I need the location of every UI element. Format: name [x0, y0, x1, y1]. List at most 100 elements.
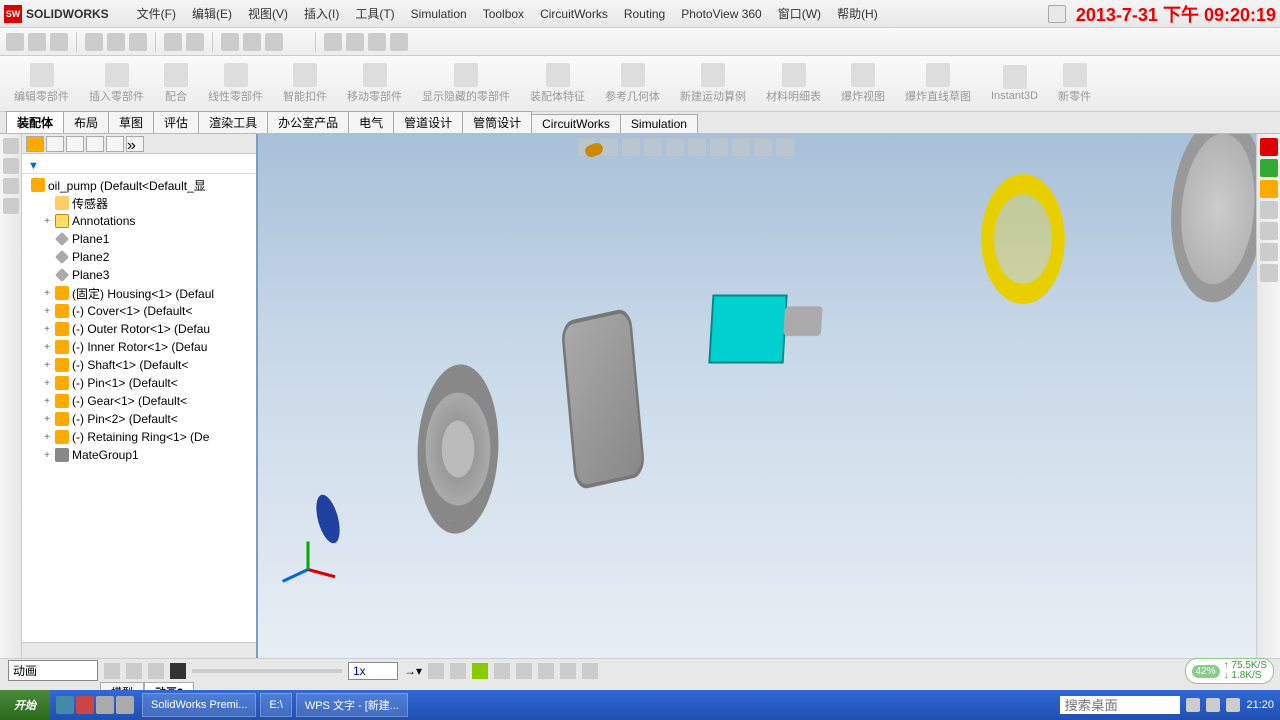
print-icon[interactable]	[85, 33, 103, 51]
tree-item[interactable]: +(-) Outer Rotor<1> (Defau	[22, 320, 256, 338]
part-housing[interactable]	[708, 294, 828, 384]
undo-icon[interactable]	[107, 33, 125, 51]
zoom-fit-icon[interactable]	[243, 33, 261, 51]
redo-icon[interactable]	[129, 33, 147, 51]
tab-渲染工具[interactable]: 渲染工具	[198, 111, 268, 133]
part-rotor[interactable]	[548, 314, 658, 484]
tab-评估[interactable]: 评估	[153, 111, 199, 133]
save-icon[interactable]	[50, 33, 68, 51]
graphics-viewport[interactable]	[258, 134, 1256, 658]
cmd-爆炸直线草图[interactable]: 爆炸直线草图	[899, 61, 977, 106]
sw-resources-icon[interactable]	[1260, 138, 1278, 156]
cmd-材料明细表[interactable]: 材料明细表	[760, 61, 827, 106]
tab-管筒设计[interactable]: 管筒设计	[462, 111, 532, 133]
tray-icon[interactable]	[1226, 698, 1240, 712]
menu-PhotoView 360[interactable]: PhotoView 360	[673, 7, 770, 21]
quicklaunch-icon[interactable]	[76, 696, 94, 714]
cmd-显示隐藏的零部件[interactable]: 显示隐藏的零部件	[416, 61, 516, 106]
cmd-移动零部件[interactable]: 移动零部件	[341, 61, 408, 106]
cmd-插入零部件[interactable]: 插入零部件	[83, 61, 150, 106]
fm-tab4-icon[interactable]	[3, 198, 19, 214]
view-triad[interactable]	[278, 538, 338, 598]
custom-props-icon[interactable]	[1260, 243, 1278, 261]
motor-icon[interactable]	[516, 663, 532, 679]
menu-编辑(E)[interactable]: 编辑(E)	[184, 7, 240, 21]
prev-view-icon[interactable]	[622, 138, 640, 156]
menu-帮助(H)[interactable]: 帮助(H)	[829, 7, 886, 21]
tree-item[interactable]: +(固定) Housing<1> (Defaul	[22, 284, 256, 302]
fm-horizontal-scrollbar[interactable]	[22, 642, 256, 658]
tree-root[interactable]: oil_pump (Default<Default_显	[22, 176, 256, 194]
quicklaunch-icon[interactable]	[96, 696, 114, 714]
tree-item[interactable]: Plane2	[22, 248, 256, 266]
cmd-参考几何体[interactable]: 参考几何体	[599, 61, 666, 106]
taskbar-item[interactable]: SolidWorks Premi...	[142, 693, 256, 717]
menu-CircuitWorks[interactable]: CircuitWorks	[532, 7, 616, 21]
part-gear[interactable]	[388, 364, 528, 534]
tree-item[interactable]: +(-) Pin<1> (Default<	[22, 374, 256, 392]
tab-管道设计[interactable]: 管道设计	[393, 111, 463, 133]
cmd-爆炸视图[interactable]: 爆炸视图	[835, 61, 891, 106]
spring-icon[interactable]	[538, 663, 554, 679]
hide-show-icon[interactable]	[710, 138, 728, 156]
cmd-新建运动算例[interactable]: 新建运动算例	[674, 61, 752, 106]
tree-item[interactable]: +(-) Retaining Ring<1> (De	[22, 428, 256, 446]
view-palette-icon[interactable]	[1260, 201, 1278, 219]
gravity-icon[interactable]	[582, 663, 598, 679]
calculate-icon[interactable]	[104, 663, 120, 679]
menu-工具(T)[interactable]: 工具(T)	[347, 7, 402, 21]
tab-办公室产品[interactable]: 办公室产品	[267, 111, 349, 133]
fm-design-tree-tab-icon[interactable]	[26, 136, 44, 152]
tree-item[interactable]: +MateGroup1	[22, 446, 256, 464]
cmd-智能扣件[interactable]: 智能扣件	[277, 61, 333, 106]
part-cover-ring[interactable]	[958, 174, 1088, 304]
desktop-search-input[interactable]	[1060, 696, 1180, 714]
search-icon[interactable]	[1048, 5, 1066, 23]
tab-装配体[interactable]: 装配体	[6, 111, 64, 133]
menu-窗口(W)[interactable]: 窗口(W)	[770, 7, 829, 21]
cmd-Instant3D[interactable]: Instant3D	[985, 63, 1044, 104]
zoom-area-icon[interactable]	[265, 33, 283, 51]
quicklaunch-icon[interactable]	[56, 696, 74, 714]
options-icon[interactable]	[186, 33, 204, 51]
start-button[interactable]: 开始	[0, 690, 50, 720]
cmd-编辑零部件[interactable]: 编辑零部件	[8, 61, 75, 106]
tab-电气[interactable]: 电气	[348, 111, 394, 133]
menu-插入(I)[interactable]: 插入(I)	[296, 7, 347, 21]
fm-display-tab-icon[interactable]	[106, 136, 124, 152]
view-orient-icon[interactable]	[324, 33, 342, 51]
menu-Simulation[interactable]: Simulation	[403, 7, 475, 21]
select-icon[interactable]	[221, 33, 239, 51]
hide-show-icon[interactable]	[368, 33, 386, 51]
tree-item[interactable]: +Annotations	[22, 212, 256, 230]
fm-config-tab-icon[interactable]	[66, 136, 84, 152]
tab-Simulation[interactable]: Simulation	[620, 114, 698, 133]
contact-icon[interactable]	[560, 663, 576, 679]
tree-item[interactable]: Plane3	[22, 266, 256, 284]
scene-icon[interactable]	[754, 138, 772, 156]
taskbar-item[interactable]: WPS 文字 - [新建...	[296, 693, 408, 717]
playback-mode-icon[interactable]: →▾	[404, 664, 422, 678]
section-icon[interactable]	[390, 33, 408, 51]
fm-property-tab-icon[interactable]	[46, 136, 64, 152]
view-orient-icon[interactable]	[666, 138, 684, 156]
save-animation-icon[interactable]	[428, 663, 444, 679]
taskpane-more-icon[interactable]	[1260, 264, 1278, 282]
tree-item[interactable]: +(-) Shaft<1> (Default<	[22, 356, 256, 374]
tree-item[interactable]: +(-) Cover<1> (Default<	[22, 302, 256, 320]
new-icon[interactable]	[6, 33, 24, 51]
display-style-icon[interactable]	[346, 33, 364, 51]
fm-tab3-icon[interactable]	[3, 178, 19, 194]
tray-icon[interactable]	[1206, 698, 1220, 712]
filter-icon[interactable]: ▼	[28, 160, 39, 172]
motion-type-select[interactable]: 动画	[8, 660, 98, 681]
tab-CircuitWorks[interactable]: CircuitWorks	[531, 114, 621, 133]
animation-wizard-icon[interactable]	[450, 663, 466, 679]
cmd-配合[interactable]: 配合	[158, 61, 194, 106]
playback-speed-select[interactable]: 1x	[348, 662, 398, 680]
design-library-icon[interactable]	[1260, 159, 1278, 177]
cmd-新零件[interactable]: 新零件	[1052, 61, 1097, 106]
appearance-icon[interactable]	[732, 138, 750, 156]
tree-item[interactable]: Plane1	[22, 230, 256, 248]
stop-icon[interactable]	[170, 663, 186, 679]
